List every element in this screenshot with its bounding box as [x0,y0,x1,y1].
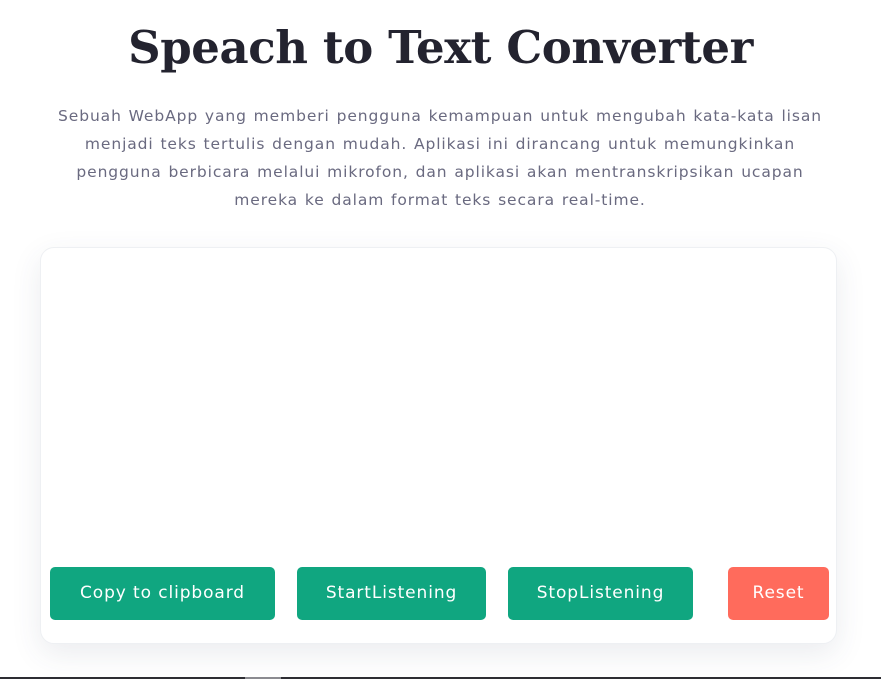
copy-to-clipboard-button[interactable]: Copy to clipboard [50,567,275,620]
reset-button[interactable]: Reset [728,567,829,620]
transcript-card: Copy to clipboard StartListening StopLis… [40,247,837,644]
page-title: Speach to Text Converter [128,21,753,74]
start-listening-button[interactable]: StartListening [297,567,486,620]
transcript-output[interactable] [51,258,826,558]
stop-listening-button[interactable]: StopListening [508,567,693,620]
app-description: Sebuah WebApp yang memberi pengguna kema… [58,107,822,209]
